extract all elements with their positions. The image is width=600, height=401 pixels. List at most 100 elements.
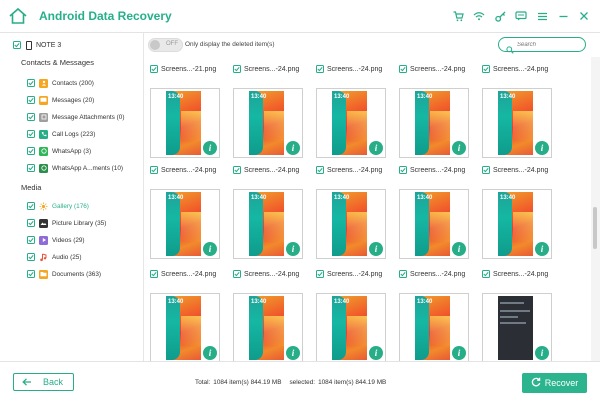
thumb-label[interactable]: Screens...-24.png: [150, 268, 216, 280]
checkbox[interactable]: [27, 147, 35, 155]
checkbox[interactable]: [27, 236, 35, 244]
device-checkbox[interactable]: [13, 41, 21, 49]
screenshot-thumbnail[interactable]: 13:40 i: [150, 293, 220, 361]
deleted-only-toggle[interactable]: OFF: [148, 38, 183, 52]
search-box[interactable]: [498, 37, 586, 54]
checkbox[interactable]: [27, 96, 35, 104]
checkbox[interactable]: [482, 270, 490, 278]
thumb-label[interactable]: Screens...-24.png: [482, 63, 548, 75]
sidebar-item-contacts[interactable]: Contacts (200): [27, 77, 94, 89]
checkbox[interactable]: [150, 270, 158, 278]
info-icon[interactable]: i: [452, 141, 466, 155]
screenshot-thumbnail-dark[interactable]: i: [482, 293, 552, 361]
info-icon[interactable]: i: [286, 346, 300, 360]
checkbox[interactable]: [482, 65, 490, 73]
screenshot-thumbnail[interactable]: 13:40 i: [233, 88, 303, 158]
screenshot-thumbnail[interactable]: 13:40 i: [482, 189, 552, 259]
key-icon[interactable]: [490, 8, 510, 24]
minimize-icon[interactable]: [553, 8, 573, 24]
info-icon[interactable]: i: [369, 242, 383, 256]
checkbox[interactable]: [233, 65, 241, 73]
sidebar-item-message-attachments[interactable]: Message Attachments (0): [27, 111, 124, 123]
file-name: Screens...-24.png: [410, 270, 466, 278]
checkbox[interactable]: [27, 253, 35, 261]
info-icon[interactable]: i: [369, 141, 383, 155]
sidebar-item-messages[interactable]: Messages (20): [27, 94, 94, 106]
checkbox[interactable]: [316, 65, 324, 73]
thumb-label[interactable]: Screens...-24.png: [316, 63, 382, 75]
thumb-label[interactable]: Screens...-24.png: [399, 63, 465, 75]
home-icon[interactable]: [8, 7, 28, 25]
screenshot-thumbnail[interactable]: 13:40 i: [482, 88, 552, 158]
screenshot-thumbnail[interactable]: 13:40 i: [399, 88, 469, 158]
info-icon[interactable]: i: [369, 346, 383, 360]
device-row[interactable]: NOTE 3: [13, 39, 61, 51]
info-icon[interactable]: i: [286, 141, 300, 155]
sidebar-item-documents[interactable]: Documents (363): [27, 268, 101, 280]
chat-icon[interactable]: [511, 8, 531, 24]
grid-scrollbar[interactable]: [591, 57, 600, 361]
close-icon[interactable]: [574, 8, 594, 24]
checkbox[interactable]: [316, 270, 324, 278]
checkbox[interactable]: [399, 270, 407, 278]
back-button[interactable]: Back: [13, 373, 74, 391]
thumb-label[interactable]: Screens...-24.png: [399, 164, 465, 176]
sidebar-item-whatsapp[interactable]: WhatsApp (3): [27, 145, 91, 157]
checkbox[interactable]: [233, 166, 241, 174]
sidebar-item-picture-library[interactable]: Picture Library (35): [27, 217, 106, 229]
checkbox[interactable]: [27, 113, 35, 121]
thumb-label[interactable]: Screens...-24.png: [316, 164, 382, 176]
checkbox[interactable]: [150, 166, 158, 174]
checkbox[interactable]: [27, 202, 35, 210]
screenshot-thumbnail[interactable]: 13:40 i: [233, 293, 303, 361]
info-icon[interactable]: i: [203, 141, 217, 155]
checkbox[interactable]: [27, 130, 35, 138]
checkbox[interactable]: [27, 270, 35, 278]
checkbox[interactable]: [399, 166, 407, 174]
thumb-label[interactable]: Screens...-24.png: [316, 268, 382, 280]
thumb-label[interactable]: Screens...-24.png: [233, 63, 299, 75]
info-icon[interactable]: i: [452, 346, 466, 360]
sidebar-item-audio[interactable]: Audio (25): [27, 251, 82, 263]
thumb-label[interactable]: Screens...-24.png: [482, 164, 548, 176]
menu-icon[interactable]: [532, 8, 552, 24]
screenshot-thumbnail[interactable]: 13:40 i: [316, 293, 386, 361]
checkbox[interactable]: [27, 79, 35, 87]
scrollbar-thumb[interactable]: [593, 207, 597, 249]
checkbox[interactable]: [482, 166, 490, 174]
sidebar-item-gallery[interactable]: Gallery (176): [27, 200, 89, 212]
checkbox[interactable]: [27, 219, 35, 227]
checkbox[interactable]: [233, 270, 241, 278]
info-icon[interactable]: i: [203, 346, 217, 360]
screenshot-thumbnail[interactable]: 13:40 i: [316, 189, 386, 259]
recover-button[interactable]: Recover: [522, 373, 587, 393]
thumb-label[interactable]: Screens...-24.png: [399, 268, 465, 280]
cart-icon[interactable]: [448, 8, 468, 24]
info-icon[interactable]: i: [535, 242, 549, 256]
search-input[interactable]: [517, 40, 581, 50]
thumb-label[interactable]: Screens...-24.png: [150, 164, 216, 176]
info-icon[interactable]: i: [535, 346, 549, 360]
screenshot-thumbnail[interactable]: 13:40 i: [316, 88, 386, 158]
sidebar-item-whatsapp-attachments[interactable]: WhatsApp A...ments (10): [27, 162, 123, 174]
info-icon[interactable]: i: [203, 242, 217, 256]
sidebar-item-videos[interactable]: Videos (29): [27, 234, 85, 246]
sidebar-item-call-logs[interactable]: Call Logs (223): [27, 128, 95, 140]
screenshot-thumbnail[interactable]: 13:40 i: [399, 189, 469, 259]
checkbox[interactable]: [316, 166, 324, 174]
thumb-label[interactable]: Screens...-21.png: [150, 63, 216, 75]
screenshot-thumbnail[interactable]: 13:40 i: [150, 88, 220, 158]
wifi-icon[interactable]: [469, 8, 489, 24]
checkbox[interactable]: [399, 65, 407, 73]
info-icon[interactable]: i: [452, 242, 466, 256]
screenshot-thumbnail[interactable]: 13:40 i: [150, 189, 220, 259]
info-icon[interactable]: i: [535, 141, 549, 155]
screenshot-thumbnail[interactable]: 13:40 i: [233, 189, 303, 259]
screenshot-thumbnail[interactable]: 13:40 i: [399, 293, 469, 361]
info-icon[interactable]: i: [286, 242, 300, 256]
thumb-label[interactable]: Screens...-24.png: [233, 164, 299, 176]
thumb-label[interactable]: Screens...-24.png: [233, 268, 299, 280]
checkbox[interactable]: [150, 65, 158, 73]
checkbox[interactable]: [27, 164, 35, 172]
thumb-label[interactable]: Screens...-24.png: [482, 268, 548, 280]
